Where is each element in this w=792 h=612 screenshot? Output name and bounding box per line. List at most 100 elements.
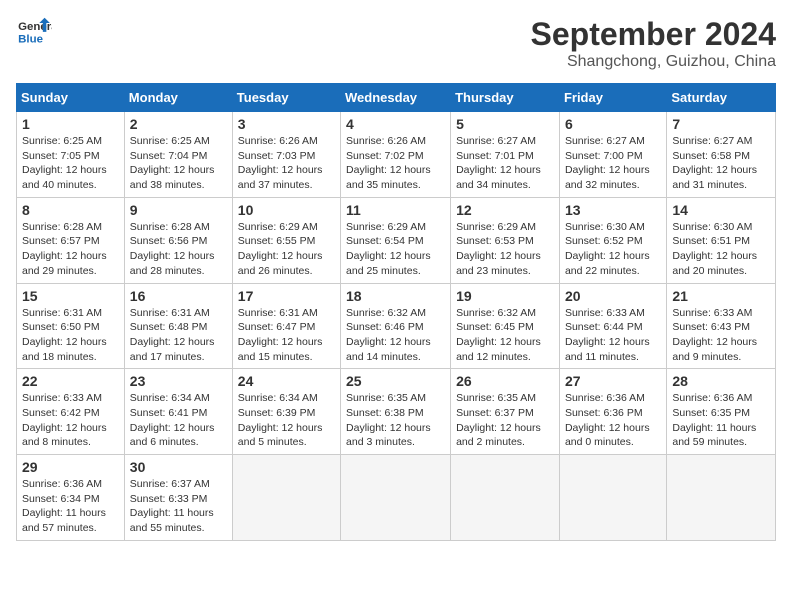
day-detail: Sunrise: 6:33 AMSunset: 6:43 PMDaylight:… — [672, 306, 770, 365]
day-detail: Sunrise: 6:35 AMSunset: 6:37 PMDaylight:… — [456, 391, 554, 450]
day-number: 12 — [456, 202, 554, 218]
calendar-cell — [667, 455, 776, 541]
calendar-cell: 3 Sunrise: 6:26 AMSunset: 7:03 PMDaylight… — [232, 112, 340, 198]
calendar-cell: 14 Sunrise: 6:30 AMSunset: 6:51 PMDayligh… — [667, 197, 776, 283]
day-detail: Sunrise: 6:27 AMSunset: 7:00 PMDaylight:… — [565, 134, 661, 193]
day-detail: Sunrise: 6:30 AMSunset: 6:52 PMDaylight:… — [565, 220, 661, 279]
day-number: 5 — [456, 116, 554, 132]
day-detail: Sunrise: 6:36 AMSunset: 6:34 PMDaylight:… — [22, 477, 119, 536]
logo-icon: General Blue — [16, 16, 52, 46]
col-header-wednesday: Wednesday — [341, 84, 451, 112]
calendar-cell — [341, 455, 451, 541]
day-number: 22 — [22, 373, 119, 389]
week-row-2: 8Sunrise: 6:28 AMSunset: 6:57 PMDaylight… — [17, 197, 776, 283]
col-header-sunday: Sunday — [17, 84, 125, 112]
day-detail: Sunrise: 6:30 AMSunset: 6:51 PMDaylight:… — [672, 220, 770, 279]
calendar-cell: 6 Sunrise: 6:27 AMSunset: 7:00 PMDaylight… — [559, 112, 666, 198]
calendar-cell — [232, 455, 340, 541]
page-header: General Blue September 2024 Shangchong, … — [16, 16, 776, 71]
calendar-cell: 12 Sunrise: 6:29 AMSunset: 6:53 PMDayligh… — [451, 197, 560, 283]
day-detail: Sunrise: 6:27 AMSunset: 7:01 PMDaylight:… — [456, 134, 554, 193]
day-detail: Sunrise: 6:37 AMSunset: 6:33 PMDaylight:… — [130, 477, 227, 536]
day-detail: Sunrise: 6:32 AMSunset: 6:45 PMDaylight:… — [456, 306, 554, 365]
day-detail: Sunrise: 6:36 AMSunset: 6:36 PMDaylight:… — [565, 391, 661, 450]
svg-text:Blue: Blue — [18, 33, 43, 45]
col-header-monday: Monday — [124, 84, 232, 112]
calendar-cell: 17Sunrise: 6:31 AMSunset: 6:47 PMDayligh… — [232, 283, 340, 369]
day-number: 14 — [672, 202, 770, 218]
week-row-1: 1 Sunrise: 6:25 AMSunset: 7:05 PMDaylight… — [17, 112, 776, 198]
calendar-cell: 10Sunrise: 6:29 AMSunset: 6:55 PMDayligh… — [232, 197, 340, 283]
col-header-saturday: Saturday — [667, 84, 776, 112]
calendar-cell: 11 Sunrise: 6:29 AMSunset: 6:54 PMDayligh… — [341, 197, 451, 283]
calendar-cell: 27 Sunrise: 6:36 AMSunset: 6:36 PMDayligh… — [559, 369, 666, 455]
day-detail: Sunrise: 6:36 AMSunset: 6:35 PMDaylight:… — [672, 391, 770, 450]
day-number: 26 — [456, 373, 554, 389]
calendar-cell: 25 Sunrise: 6:35 AMSunset: 6:38 PMDayligh… — [341, 369, 451, 455]
week-row-5: 29 Sunrise: 6:36 AMSunset: 6:34 PMDayligh… — [17, 455, 776, 541]
calendar-cell: 23 Sunrise: 6:34 AMSunset: 6:41 PMDayligh… — [124, 369, 232, 455]
day-detail: Sunrise: 6:26 AMSunset: 7:02 PMDaylight:… — [346, 134, 445, 193]
calendar-cell: 8Sunrise: 6:28 AMSunset: 6:57 PMDaylight… — [17, 197, 125, 283]
day-detail: Sunrise: 6:31 AMSunset: 6:50 PMDaylight:… — [22, 306, 119, 365]
calendar-cell: 30 Sunrise: 6:37 AMSunset: 6:33 PMDayligh… — [124, 455, 232, 541]
calendar-cell — [559, 455, 666, 541]
day-detail: Sunrise: 6:33 AMSunset: 6:42 PMDaylight:… — [22, 391, 119, 450]
day-number: 23 — [130, 373, 227, 389]
day-number: 18 — [346, 288, 445, 304]
day-detail: Sunrise: 6:29 AMSunset: 6:55 PMDaylight:… — [238, 220, 335, 279]
calendar-cell: 1 Sunrise: 6:25 AMSunset: 7:05 PMDaylight… — [17, 112, 125, 198]
day-number: 16 — [130, 288, 227, 304]
calendar-cell: 26 Sunrise: 6:35 AMSunset: 6:37 PMDayligh… — [451, 369, 560, 455]
day-detail: Sunrise: 6:29 AMSunset: 6:54 PMDaylight:… — [346, 220, 445, 279]
calendar-cell: 2 Sunrise: 6:25 AMSunset: 7:04 PMDaylight… — [124, 112, 232, 198]
col-header-friday: Friday — [559, 84, 666, 112]
day-number: 1 — [22, 116, 119, 132]
day-number: 30 — [130, 459, 227, 475]
day-number: 2 — [130, 116, 227, 132]
day-number: 21 — [672, 288, 770, 304]
week-row-3: 15 Sunrise: 6:31 AMSunset: 6:50 PMDayligh… — [17, 283, 776, 369]
calendar-cell: 9Sunrise: 6:28 AMSunset: 6:56 PMDaylight… — [124, 197, 232, 283]
day-detail: Sunrise: 6:35 AMSunset: 6:38 PMDaylight:… — [346, 391, 445, 450]
day-detail: Sunrise: 6:25 AMSunset: 7:05 PMDaylight:… — [22, 134, 119, 193]
day-number: 15 — [22, 288, 119, 304]
day-number: 8 — [22, 202, 119, 218]
day-number: 11 — [346, 202, 445, 218]
day-detail: Sunrise: 6:31 AMSunset: 6:48 PMDaylight:… — [130, 306, 227, 365]
calendar-cell: 24Sunrise: 6:34 AMSunset: 6:39 PMDayligh… — [232, 369, 340, 455]
calendar-cell: 28 Sunrise: 6:36 AMSunset: 6:35 PMDayligh… — [667, 369, 776, 455]
col-header-tuesday: Tuesday — [232, 84, 340, 112]
day-detail: Sunrise: 6:28 AMSunset: 6:56 PMDaylight:… — [130, 220, 227, 279]
day-number: 25 — [346, 373, 445, 389]
logo: General Blue — [16, 16, 52, 46]
week-row-4: 22 Sunrise: 6:33 AMSunset: 6:42 PMDayligh… — [17, 369, 776, 455]
day-number: 27 — [565, 373, 661, 389]
day-detail: Sunrise: 6:26 AMSunset: 7:03 PMDaylight:… — [238, 134, 335, 193]
day-detail: Sunrise: 6:25 AMSunset: 7:04 PMDaylight:… — [130, 134, 227, 193]
day-number: 20 — [565, 288, 661, 304]
title-area: September 2024 Shangchong, Guizhou, Chin… — [531, 16, 776, 71]
calendar-cell: 7 Sunrise: 6:27 AMSunset: 6:58 PMDaylight… — [667, 112, 776, 198]
day-number: 29 — [22, 459, 119, 475]
day-detail: Sunrise: 6:29 AMSunset: 6:53 PMDaylight:… — [456, 220, 554, 279]
day-number: 13 — [565, 202, 661, 218]
day-number: 3 — [238, 116, 335, 132]
calendar-cell: 16 Sunrise: 6:31 AMSunset: 6:48 PMDayligh… — [124, 283, 232, 369]
day-detail: Sunrise: 6:33 AMSunset: 6:44 PMDaylight:… — [565, 306, 661, 365]
calendar-cell: 15 Sunrise: 6:31 AMSunset: 6:50 PMDayligh… — [17, 283, 125, 369]
day-detail: Sunrise: 6:27 AMSunset: 6:58 PMDaylight:… — [672, 134, 770, 193]
day-number: 6 — [565, 116, 661, 132]
day-detail: Sunrise: 6:34 AMSunset: 6:41 PMDaylight:… — [130, 391, 227, 450]
day-number: 28 — [672, 373, 770, 389]
day-number: 4 — [346, 116, 445, 132]
month-title: September 2024 — [531, 16, 776, 53]
calendar-cell: 20 Sunrise: 6:33 AMSunset: 6:44 PMDayligh… — [559, 283, 666, 369]
day-detail: Sunrise: 6:32 AMSunset: 6:46 PMDaylight:… — [346, 306, 445, 365]
calendar-cell: 29 Sunrise: 6:36 AMSunset: 6:34 PMDayligh… — [17, 455, 125, 541]
day-detail: Sunrise: 6:34 AMSunset: 6:39 PMDaylight:… — [238, 391, 335, 450]
day-number: 7 — [672, 116, 770, 132]
calendar-cell: 5 Sunrise: 6:27 AMSunset: 7:01 PMDaylight… — [451, 112, 560, 198]
calendar-cell: 13 Sunrise: 6:30 AMSunset: 6:52 PMDayligh… — [559, 197, 666, 283]
calendar-table: SundayMondayTuesdayWednesdayThursdayFrid… — [16, 83, 776, 541]
